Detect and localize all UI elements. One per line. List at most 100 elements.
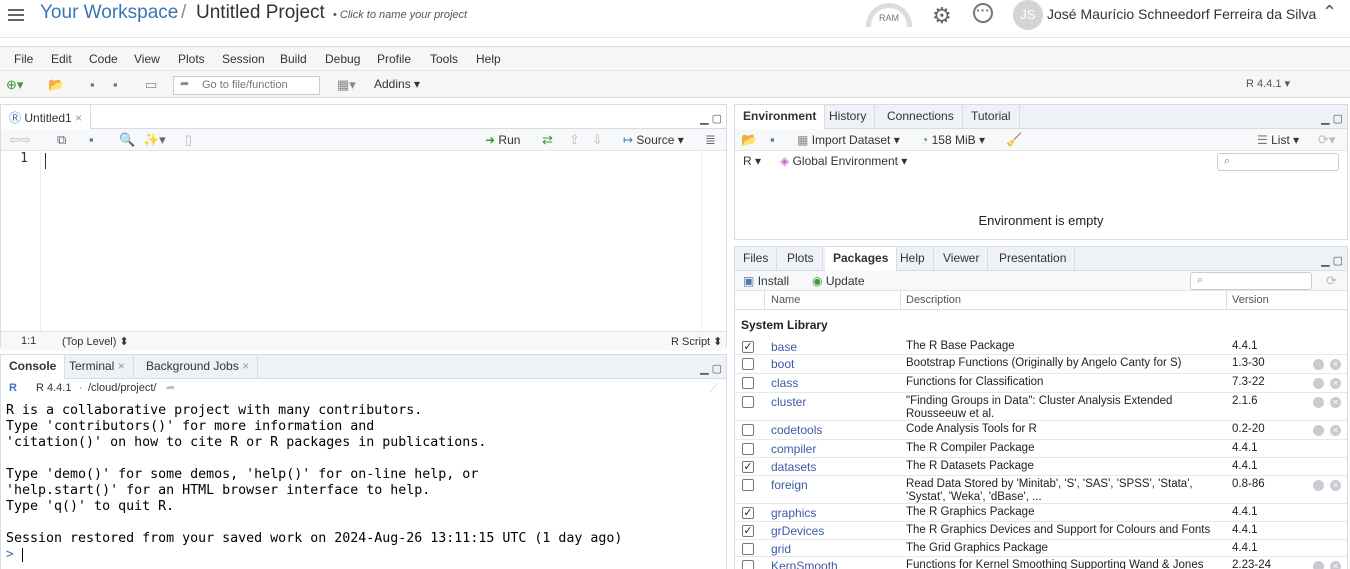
package-name-link[interactable]: grDevices: [771, 524, 824, 538]
import-dataset-button[interactable]: ▦ Import Dataset ▾: [797, 133, 900, 147]
project-name-hint[interactable]: • Click to name your project: [333, 9, 467, 21]
update-button[interactable]: ◉ Update: [812, 274, 865, 288]
globe-icon[interactable]: [1313, 378, 1324, 389]
package-name-link[interactable]: KernSmooth: [771, 559, 838, 569]
addins-menu[interactable]: Addins ▾: [374, 77, 420, 91]
menu-edit[interactable]: Edit: [51, 52, 72, 66]
package-name-link[interactable]: cluster: [771, 395, 806, 409]
package-checkbox[interactable]: ✓: [742, 525, 754, 537]
package-checkbox[interactable]: [742, 396, 754, 408]
back-icon[interactable]: ⇦⇨: [9, 132, 31, 148]
scope-selector[interactable]: ◈ Global Environment ▾: [780, 154, 907, 168]
grid-layout-icon[interactable]: ▦▾: [337, 77, 356, 93]
package-name-link[interactable]: datasets: [771, 460, 816, 474]
goto-file-input[interactable]: Go to file/function: [173, 76, 320, 95]
menu-help[interactable]: Help: [476, 52, 501, 66]
pane-minmax-icon[interactable]: ▁ ▢: [1321, 112, 1343, 125]
package-checkbox[interactable]: [742, 479, 754, 491]
menu-session[interactable]: Session: [222, 52, 265, 66]
package-checkbox[interactable]: [742, 560, 754, 569]
install-button[interactable]: ▣ Install: [743, 274, 789, 288]
remove-package-icon[interactable]: ×: [1330, 561, 1341, 569]
column-name[interactable]: Name: [771, 294, 800, 306]
package-name-link[interactable]: boot: [771, 357, 794, 371]
broom-icon[interactable]: 🧹: [1006, 132, 1022, 148]
package-checkbox[interactable]: [742, 377, 754, 389]
package-name-link[interactable]: base: [771, 340, 797, 354]
package-checkbox[interactable]: ✓: [742, 341, 754, 353]
refresh-icon[interactable]: ⟳▾: [1318, 132, 1335, 148]
tab-plots[interactable]: Plots: [779, 247, 823, 271]
globe-icon[interactable]: [1313, 561, 1324, 569]
package-name-link[interactable]: compiler: [771, 442, 816, 456]
tab-packages[interactable]: Packages: [825, 247, 898, 272]
save-all-icon[interactable]: ▪: [113, 77, 118, 92]
open-folder-icon[interactable]: 📂: [48, 77, 64, 93]
menu-file[interactable]: File: [14, 52, 33, 66]
compile-report-icon[interactable]: ▯: [185, 132, 192, 148]
package-checkbox[interactable]: [742, 358, 754, 370]
open-folder-icon[interactable]: 📂: [741, 132, 757, 148]
more-options-icon[interactable]: ···: [973, 3, 993, 23]
working-directory[interactable]: /cloud/project/: [88, 382, 156, 394]
chevron-up-icon[interactable]: ⌃: [1322, 2, 1337, 23]
tab-tutorial[interactable]: Tutorial: [963, 105, 1020, 129]
pane-minmax-icon[interactable]: ▁ ▢: [1321, 254, 1343, 267]
tab-viewer[interactable]: Viewer: [935, 247, 989, 271]
menu-build[interactable]: Build: [280, 52, 307, 66]
package-checkbox[interactable]: [742, 543, 754, 555]
tab-environment[interactable]: Environment: [735, 105, 826, 130]
package-checkbox[interactable]: ✓: [742, 461, 754, 473]
globe-icon[interactable]: [1313, 359, 1324, 370]
save-icon[interactable]: ▪: [89, 132, 94, 147]
remove-package-icon[interactable]: ×: [1330, 359, 1341, 370]
menu-code[interactable]: Code: [89, 52, 118, 66]
menu-icon[interactable]: [8, 6, 24, 21]
package-name-link[interactable]: foreign: [771, 478, 808, 492]
menu-view[interactable]: View: [134, 52, 160, 66]
tab-console[interactable]: Console: [1, 355, 66, 380]
package-name-link[interactable]: grid: [771, 542, 791, 556]
pane-minmax-icon[interactable]: ▁ ▢: [700, 112, 722, 125]
run-button[interactable]: ➜ Run: [485, 133, 520, 147]
tab-help[interactable]: Help: [892, 247, 934, 271]
package-checkbox[interactable]: [742, 424, 754, 436]
menu-debug[interactable]: Debug: [325, 52, 360, 66]
close-icon[interactable]: ×: [242, 359, 249, 373]
package-name-link[interactable]: graphics: [771, 506, 816, 520]
remove-package-icon[interactable]: ×: [1330, 378, 1341, 389]
new-file-icon[interactable]: ⊕▾: [6, 77, 23, 93]
remove-package-icon[interactable]: ×: [1330, 397, 1341, 408]
avatar[interactable]: JS: [1013, 0, 1043, 30]
project-title[interactable]: Untitled Project: [196, 2, 325, 24]
package-name-link[interactable]: class: [771, 376, 798, 390]
tab-files[interactable]: Files: [735, 247, 778, 271]
list-view-toggle[interactable]: ☰ List ▾: [1257, 133, 1299, 147]
code-editor[interactable]: [42, 151, 702, 331]
tab-history[interactable]: History: [821, 105, 876, 129]
pane-minmax-icon[interactable]: ▁ ▢: [700, 362, 722, 375]
close-icon[interactable]: ×: [118, 359, 125, 373]
gear-icon[interactable]: ⚙: [932, 3, 952, 29]
menu-tools[interactable]: Tools: [430, 52, 458, 66]
close-icon[interactable]: ×: [75, 111, 82, 125]
down-arrow-icon[interactable]: ⇩: [592, 132, 603, 148]
tab-presentation[interactable]: Presentation: [991, 247, 1076, 271]
console-prompt[interactable]: >: [6, 547, 23, 562]
save-icon[interactable]: ▪: [90, 77, 95, 92]
column-description[interactable]: Description: [906, 294, 961, 306]
save-icon[interactable]: ▪: [770, 132, 775, 147]
broom-icon[interactable]: ⟋: [710, 381, 718, 396]
globe-icon[interactable]: [1313, 480, 1324, 491]
magic-wand-icon[interactable]: ✨▾: [143, 132, 166, 148]
outline-icon[interactable]: ≣: [705, 132, 716, 148]
remove-package-icon[interactable]: ×: [1330, 480, 1341, 491]
tab-untitled1[interactable]: Ⓡ Untitled1 ×: [1, 105, 92, 130]
refresh-icon[interactable]: ⟳: [1326, 273, 1337, 289]
column-version[interactable]: Version: [1232, 294, 1269, 306]
remove-package-icon[interactable]: ×: [1330, 425, 1341, 436]
package-checkbox[interactable]: ✓: [742, 507, 754, 519]
up-arrow-icon[interactable]: ⇧: [569, 132, 580, 148]
language-selector[interactable]: R ▾: [743, 154, 761, 168]
user-name[interactable]: José Maurício Schneedorf Ferreira da Sil…: [1047, 6, 1316, 22]
